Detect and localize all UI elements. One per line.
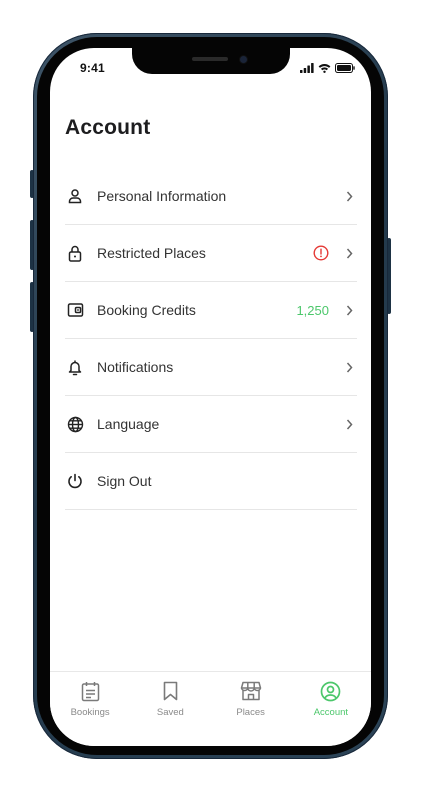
tab-saved[interactable]: Saved xyxy=(130,672,210,746)
menu-item-booking-credits[interactable]: Booking Credits 1,250 xyxy=(65,282,357,339)
menu-item-label: Notifications xyxy=(97,359,174,375)
menu-item-notifications[interactable]: Notifications xyxy=(65,339,357,396)
chevron-right-icon xyxy=(344,305,354,316)
menu-item-language[interactable]: Language xyxy=(65,396,357,453)
chevron-right-icon xyxy=(344,248,354,259)
menu-item-label: Language xyxy=(97,416,160,432)
person-icon xyxy=(66,187,84,205)
power-icon xyxy=(66,472,84,490)
tab-label: Account xyxy=(313,707,349,718)
front-camera xyxy=(240,56,247,63)
credits-value: 1,250 xyxy=(296,302,329,318)
menu-item-label: Personal Information xyxy=(97,188,227,204)
chevron-right-icon xyxy=(344,419,354,430)
phone-screen: 9:41 Account Personal Information Restri… xyxy=(50,48,371,746)
wifi-icon xyxy=(318,64,331,73)
wallet-icon xyxy=(66,301,84,319)
globe-icon xyxy=(66,415,84,433)
alert-circle-icon xyxy=(313,245,329,261)
menu-item-sign-out[interactable]: Sign Out xyxy=(65,453,357,510)
bookmark-icon xyxy=(163,680,178,702)
tab-label: Places xyxy=(236,707,265,718)
tab-account[interactable]: Account xyxy=(291,672,371,746)
tab-places[interactable]: Places xyxy=(211,672,291,746)
menu-item-label: Restricted Places xyxy=(97,245,206,261)
speaker xyxy=(192,57,228,61)
lock-icon xyxy=(66,244,84,262)
account-menu: Personal Information Restricted Places B… xyxy=(65,168,357,510)
status-time: 9:41 xyxy=(80,61,105,75)
tab-bar: Bookings Saved Places Account xyxy=(50,671,371,746)
tab-label: Saved xyxy=(156,707,184,718)
status-icons xyxy=(300,63,355,73)
notch xyxy=(132,48,290,74)
calendar-list-icon xyxy=(81,680,100,702)
chevron-right-icon xyxy=(344,191,354,202)
menu-item-label: Sign Out xyxy=(97,473,152,489)
menu-item-restricted-places[interactable]: Restricted Places xyxy=(65,225,357,282)
tab-label: Bookings xyxy=(70,707,110,718)
chevron-right-icon xyxy=(344,362,354,373)
signal-icon xyxy=(300,63,314,73)
page-title: Account xyxy=(65,116,151,139)
battery-icon xyxy=(335,63,355,73)
menu-item-label: Booking Credits xyxy=(97,302,196,318)
user-circle-icon xyxy=(320,680,341,702)
tab-bookings[interactable]: Bookings xyxy=(50,672,130,746)
storefront-icon xyxy=(240,680,262,702)
bell-icon xyxy=(66,358,84,376)
menu-item-personal-information[interactable]: Personal Information xyxy=(65,168,357,225)
